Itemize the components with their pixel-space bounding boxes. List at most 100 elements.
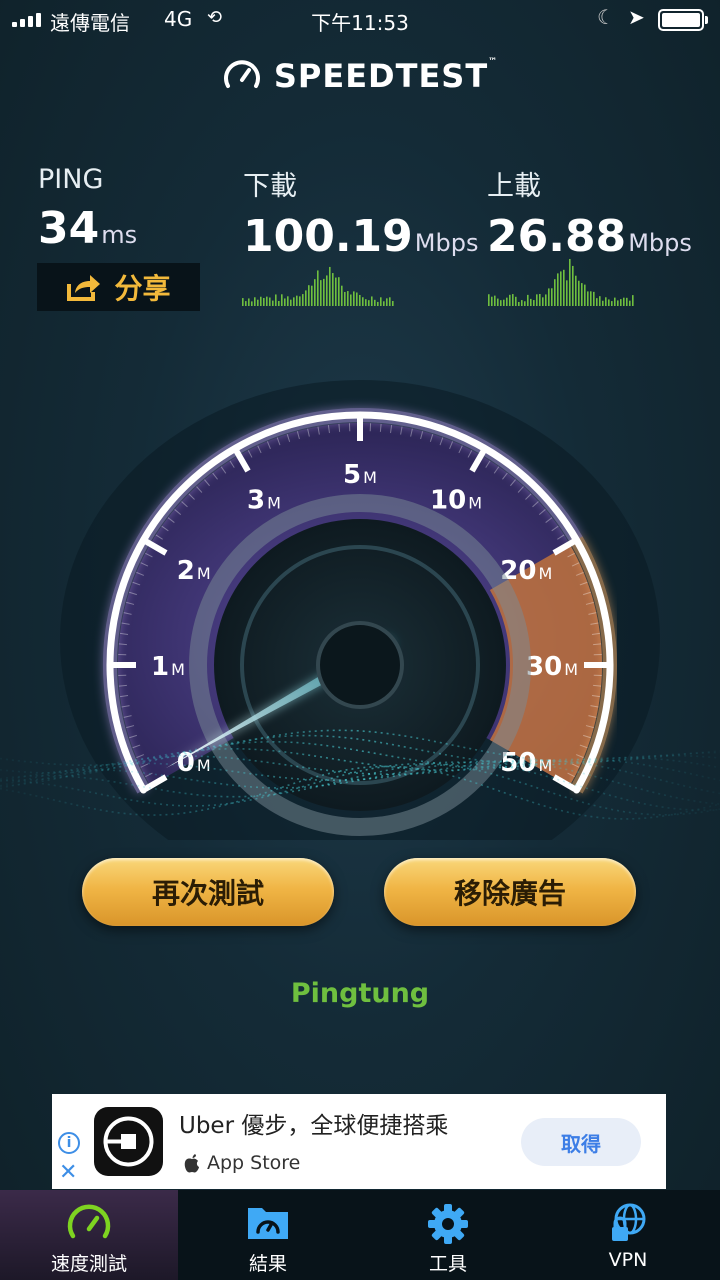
sparkline-bar — [371, 296, 373, 306]
tab-results[interactable]: 結果 — [178, 1190, 358, 1280]
sparkline-bar — [341, 285, 343, 306]
sparkline-bar — [326, 275, 328, 306]
sparkline-bar — [293, 297, 295, 306]
sparkline-bar — [359, 294, 361, 306]
download-sparkline — [242, 266, 394, 306]
sparkline-bar — [542, 297, 544, 306]
sparkline-bar — [521, 300, 523, 306]
sparkline-bar — [569, 258, 571, 306]
tab-label: VPN — [608, 1249, 648, 1271]
sparkline-bar — [548, 288, 550, 306]
sparkline-bar — [272, 300, 274, 306]
sparkline-bar — [320, 280, 322, 306]
sparkline-bar — [278, 300, 280, 306]
sparkline-bar — [356, 292, 358, 306]
download-result: 下載 100.19Mbps — [243, 164, 478, 262]
ad-banner[interactable]: i ✕ Uber 優步，全球便捷搭乘 App Store 取得 — [52, 1094, 666, 1189]
sparkline-bar — [491, 296, 493, 306]
tab-label: 速度測試 — [50, 1253, 127, 1275]
sparkline-bar — [323, 278, 325, 306]
upload-unit: Mbps — [628, 229, 692, 257]
sparkline-bar — [299, 296, 301, 306]
sparkline-bar — [539, 294, 541, 306]
sparkline-bar — [353, 291, 355, 306]
location-arrow-icon: ➤ — [628, 5, 645, 29]
speedtest-logo-icon — [223, 60, 260, 88]
sparkline-bar — [632, 295, 634, 306]
sparkline-bar — [281, 294, 283, 306]
share-label: 分享 — [114, 272, 171, 305]
sparkline-bar — [578, 280, 580, 306]
sparkline-bar — [263, 298, 265, 306]
ping-value: 34ms — [38, 203, 138, 254]
gauge-minor-tick — [379, 423, 382, 432]
sparkline-bar — [533, 300, 535, 306]
sparkline-bar — [608, 299, 610, 306]
sparkline-bar — [623, 297, 625, 306]
uber-app-icon[interactable] — [94, 1107, 163, 1176]
tab-label: 結果 — [248, 1253, 287, 1275]
tab-label: 工具 — [428, 1253, 467, 1275]
tab-tools[interactable]: 工具 — [358, 1190, 538, 1280]
sparkline-bar — [584, 284, 586, 306]
sparkline-bar — [314, 279, 316, 306]
ad-get-button[interactable]: 取得 — [521, 1118, 641, 1166]
sparkline-bar — [605, 297, 607, 306]
sparkline-bar — [296, 295, 298, 306]
ad-store-label: App Store — [207, 1152, 301, 1174]
sparkline-bar — [311, 285, 313, 306]
sparkline-bar — [494, 295, 496, 306]
sparkline-bar — [611, 301, 613, 306]
sparkline-bar — [344, 291, 346, 306]
share-icon — [67, 275, 101, 301]
ad-close-icon[interactable]: ✕ — [59, 1160, 77, 1185]
sparkline-bar — [248, 298, 250, 306]
apple-icon — [184, 1154, 199, 1173]
sparkline-bar — [536, 294, 538, 306]
sparkline-bar — [329, 266, 331, 306]
sparkline-bar — [338, 277, 340, 306]
sparkline-bar — [497, 298, 499, 306]
sparkline-bar — [506, 297, 508, 306]
retest-button[interactable]: 再次測試 — [82, 858, 334, 926]
sparkline-bar — [593, 291, 595, 306]
tab-speed-test[interactable]: 速度測試 — [0, 1190, 178, 1280]
app-title: SPEEDTEST™ — [273, 57, 499, 95]
upload-label: 上載 — [487, 171, 541, 202]
vpn-lock-icon — [612, 1203, 646, 1241]
sparkline-bar — [251, 301, 253, 306]
remove-ads-button[interactable]: 移除廣告 — [384, 858, 636, 926]
battery-icon — [658, 9, 708, 31]
ping-result: PING 34ms — [38, 164, 137, 254]
sparkline-bar — [629, 300, 631, 306]
sparkline-bar — [572, 265, 574, 306]
server-location: Pingtung — [290, 978, 430, 1009]
speed-gauge: 0 M1 M2 M3 M5 M10 M20 M30 M50 M — [0, 380, 720, 840]
uber-logo-icon — [103, 1116, 154, 1167]
sparkline-bar — [590, 291, 592, 306]
sparkline-bar — [302, 294, 304, 306]
sparkline-bar — [488, 294, 490, 306]
sparkline-bar — [275, 294, 277, 306]
sparkline-bar — [362, 297, 364, 306]
sparkline-bar — [527, 294, 529, 306]
tab-bar: 速度測試 結果 工具 VPN — [0, 1190, 720, 1280]
sparkline-bar — [335, 277, 337, 306]
sparkline-bar — [599, 296, 601, 306]
sparkline-bar — [524, 301, 526, 306]
gear-icon — [428, 1204, 468, 1244]
share-button[interactable]: 分享 — [37, 263, 200, 311]
gauge-hub — [316, 621, 404, 709]
download-label: 下載 — [243, 171, 297, 202]
sparkline-bar — [575, 275, 577, 306]
tab-vpn[interactable]: VPN — [538, 1190, 718, 1280]
sparkline-bar — [512, 294, 514, 306]
sparkline-bar — [269, 297, 271, 306]
sparkline-bar — [377, 301, 379, 306]
sparkline-bar — [509, 294, 511, 306]
gauge-minor-tick — [593, 643, 602, 646]
sparkline-bar — [545, 294, 547, 306]
sparkline-bar — [587, 291, 589, 306]
sparkline-bar — [260, 296, 262, 306]
ad-info-icon[interactable]: i — [58, 1132, 80, 1154]
